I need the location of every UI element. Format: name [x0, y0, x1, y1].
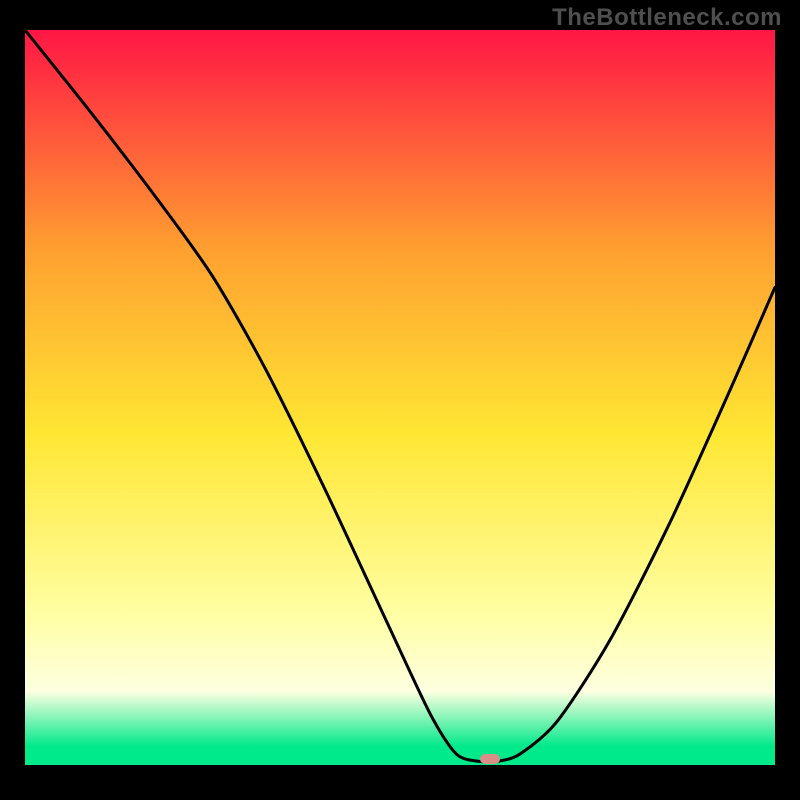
chart-frame: TheBottleneck.com [0, 0, 800, 800]
gradient-background [25, 30, 775, 765]
plot-svg [25, 30, 775, 765]
plot-area [25, 30, 775, 765]
watermark-text: TheBottleneck.com [552, 4, 782, 32]
optimal-point-marker [480, 754, 500, 764]
